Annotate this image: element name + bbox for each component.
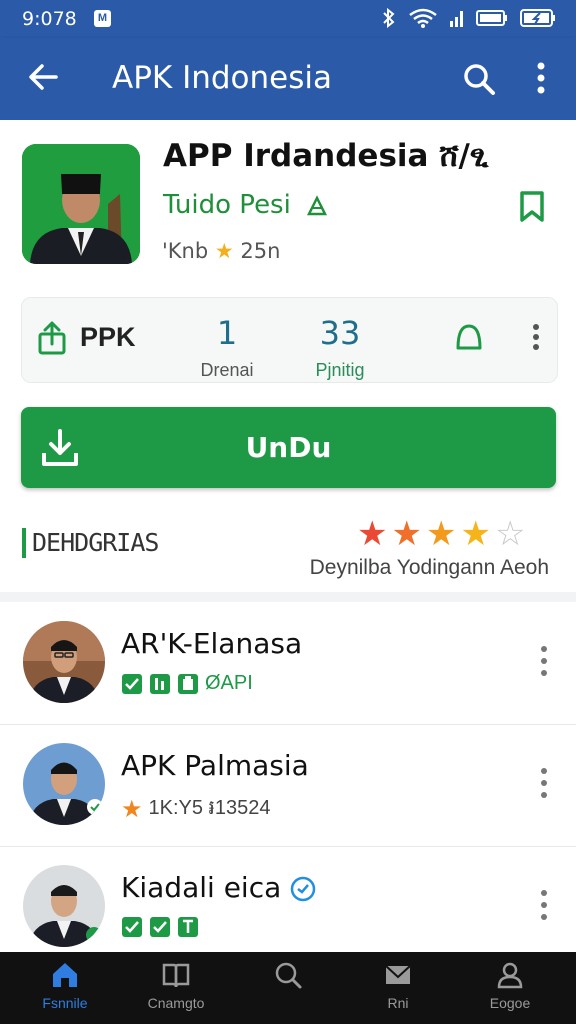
avatar — [23, 743, 105, 825]
verified-icon — [290, 876, 316, 902]
avatar — [23, 865, 105, 947]
check-badge-icon — [150, 917, 170, 937]
developer-link[interactable]: Tuido Pesi — [163, 190, 329, 220]
star-icon: ★ — [425, 515, 457, 553]
app-icon — [22, 144, 140, 264]
app-icon-portrait — [22, 144, 140, 264]
star-icon: ★ — [357, 515, 388, 553]
profile-icon — [497, 962, 523, 989]
avatar — [23, 621, 105, 703]
share-icon[interactable] — [36, 320, 72, 356]
meta-count: 25n — [240, 239, 281, 263]
meta-prefix: 'Knb — [162, 239, 209, 263]
stats-panel: PPK 1 Drenai 33 Pjnitig — [21, 297, 558, 383]
verified-developer-icon — [307, 194, 328, 215]
tab-label: Rni — [387, 995, 409, 1011]
rating-caption: Deynilba Yodingann Aeoh — [309, 556, 549, 579]
check-badge-icon — [122, 673, 142, 694]
download-label: UnDu — [245, 431, 332, 464]
tab-mail[interactable]: Rni — [348, 960, 448, 1011]
mail-icon — [385, 965, 411, 984]
back-arrow-icon[interactable] — [26, 60, 60, 94]
leaf-icon[interactable] — [454, 322, 484, 352]
flag-badge-icon — [178, 917, 198, 937]
status-time: 9:078 — [22, 8, 77, 30]
page-title: APK Indonesia — [112, 60, 332, 96]
list-item-title: APK Palmasia — [121, 749, 309, 782]
list-item[interactable]: APK Palmasia ★ 1K:Y5 ៛13524 — [0, 724, 576, 847]
stat-downloads: 1 Drenai — [177, 314, 277, 381]
check-badge-icon — [122, 917, 142, 937]
developer-name: Tuido Pesi — [163, 190, 291, 220]
list-item-badges: ØAPI — [121, 672, 253, 695]
rating-star-icon: ★ — [214, 239, 234, 263]
list-item-title-group: Kiadali eica — [121, 871, 316, 904]
more-vert-icon[interactable] — [538, 766, 550, 800]
more-vert-icon[interactable] — [530, 60, 552, 96]
battery-charging-icon — [520, 9, 555, 27]
star-icon: ★ — [460, 515, 491, 553]
notification-icon: M — [94, 10, 111, 27]
star-icon: ★ — [121, 795, 143, 823]
tab-label: Cnamgto — [147, 995, 205, 1011]
category-accent-bar — [22, 528, 26, 558]
related-apps-list: AR'K-Elanasa ØAPI APK Palmasia ★ 1K:Y5 ៛… — [0, 602, 576, 952]
category-label: DEHDGRIAS — [32, 528, 159, 557]
info-badge-icon — [150, 673, 170, 694]
stat-rating-label: Pjnitig — [315, 360, 365, 380]
list-item-title: Kiadali eica — [121, 871, 282, 904]
stat-downloads-value: 1 — [216, 314, 238, 352]
bluetooth-icon — [383, 8, 395, 28]
tab-label: Eogoe — [489, 995, 531, 1011]
search-icon[interactable] — [462, 62, 496, 96]
status-bar: 9:078 M — [0, 0, 576, 38]
share-label: PPK — [80, 322, 136, 352]
more-vert-icon[interactable] — [538, 644, 550, 678]
tab-label: Fsnnile — [42, 995, 88, 1011]
battery-icon — [476, 10, 507, 26]
stat-rating-value: 33 — [319, 314, 361, 352]
stat-downloads-label: Drenai — [200, 360, 254, 380]
list-item-badges — [121, 916, 199, 938]
home-icon — [53, 963, 77, 987]
more-vert-icon[interactable] — [538, 888, 550, 922]
list-item-subtext: ØAPI — [205, 672, 253, 694]
book-icon — [162, 963, 190, 988]
app-meta: 'Knb ★ 25n — [162, 239, 280, 263]
tab-profile[interactable]: Eogoe — [460, 960, 560, 1011]
bookmark-icon[interactable] — [517, 190, 547, 224]
app-bar: APK Indonesia — [0, 38, 576, 120]
tab-home[interactable]: Fsnnile — [15, 960, 115, 1011]
star-icon: ★ — [391, 515, 422, 553]
search-icon — [275, 962, 302, 989]
tab-categories[interactable]: Cnamgto — [126, 960, 226, 1011]
app-name: APP Irdandesia ሸ/ፂ — [163, 138, 489, 174]
list-item[interactable]: Kiadali eica — [0, 846, 576, 968]
list-item-meta: ★ 1K:Y5 ៛13524 — [121, 794, 271, 824]
list-item-subtext: 1K:Y5 ៛13524 — [148, 797, 271, 819]
signal-icon — [450, 11, 463, 27]
system-icons — [382, 8, 556, 28]
list-item-title: AR'K-Elanasa — [121, 627, 303, 660]
bottom-nav: Fsnnile Cnamgto Rni Eogoe — [0, 952, 576, 1024]
file-badge-icon — [178, 673, 198, 694]
download-button[interactable]: UnDu — [21, 407, 556, 488]
stat-rating: 33 Pjnitig — [290, 314, 390, 381]
star-outline-icon: ☆ — [494, 515, 526, 553]
tab-search[interactable] — [238, 960, 338, 995]
list-item[interactable]: AR'K-Elanasa ØAPI — [0, 602, 576, 725]
stats-more-icon[interactable] — [530, 322, 542, 352]
wifi-icon — [409, 8, 437, 28]
rating-stars[interactable]: ★ ★ ★ ★ ☆ — [357, 517, 525, 551]
